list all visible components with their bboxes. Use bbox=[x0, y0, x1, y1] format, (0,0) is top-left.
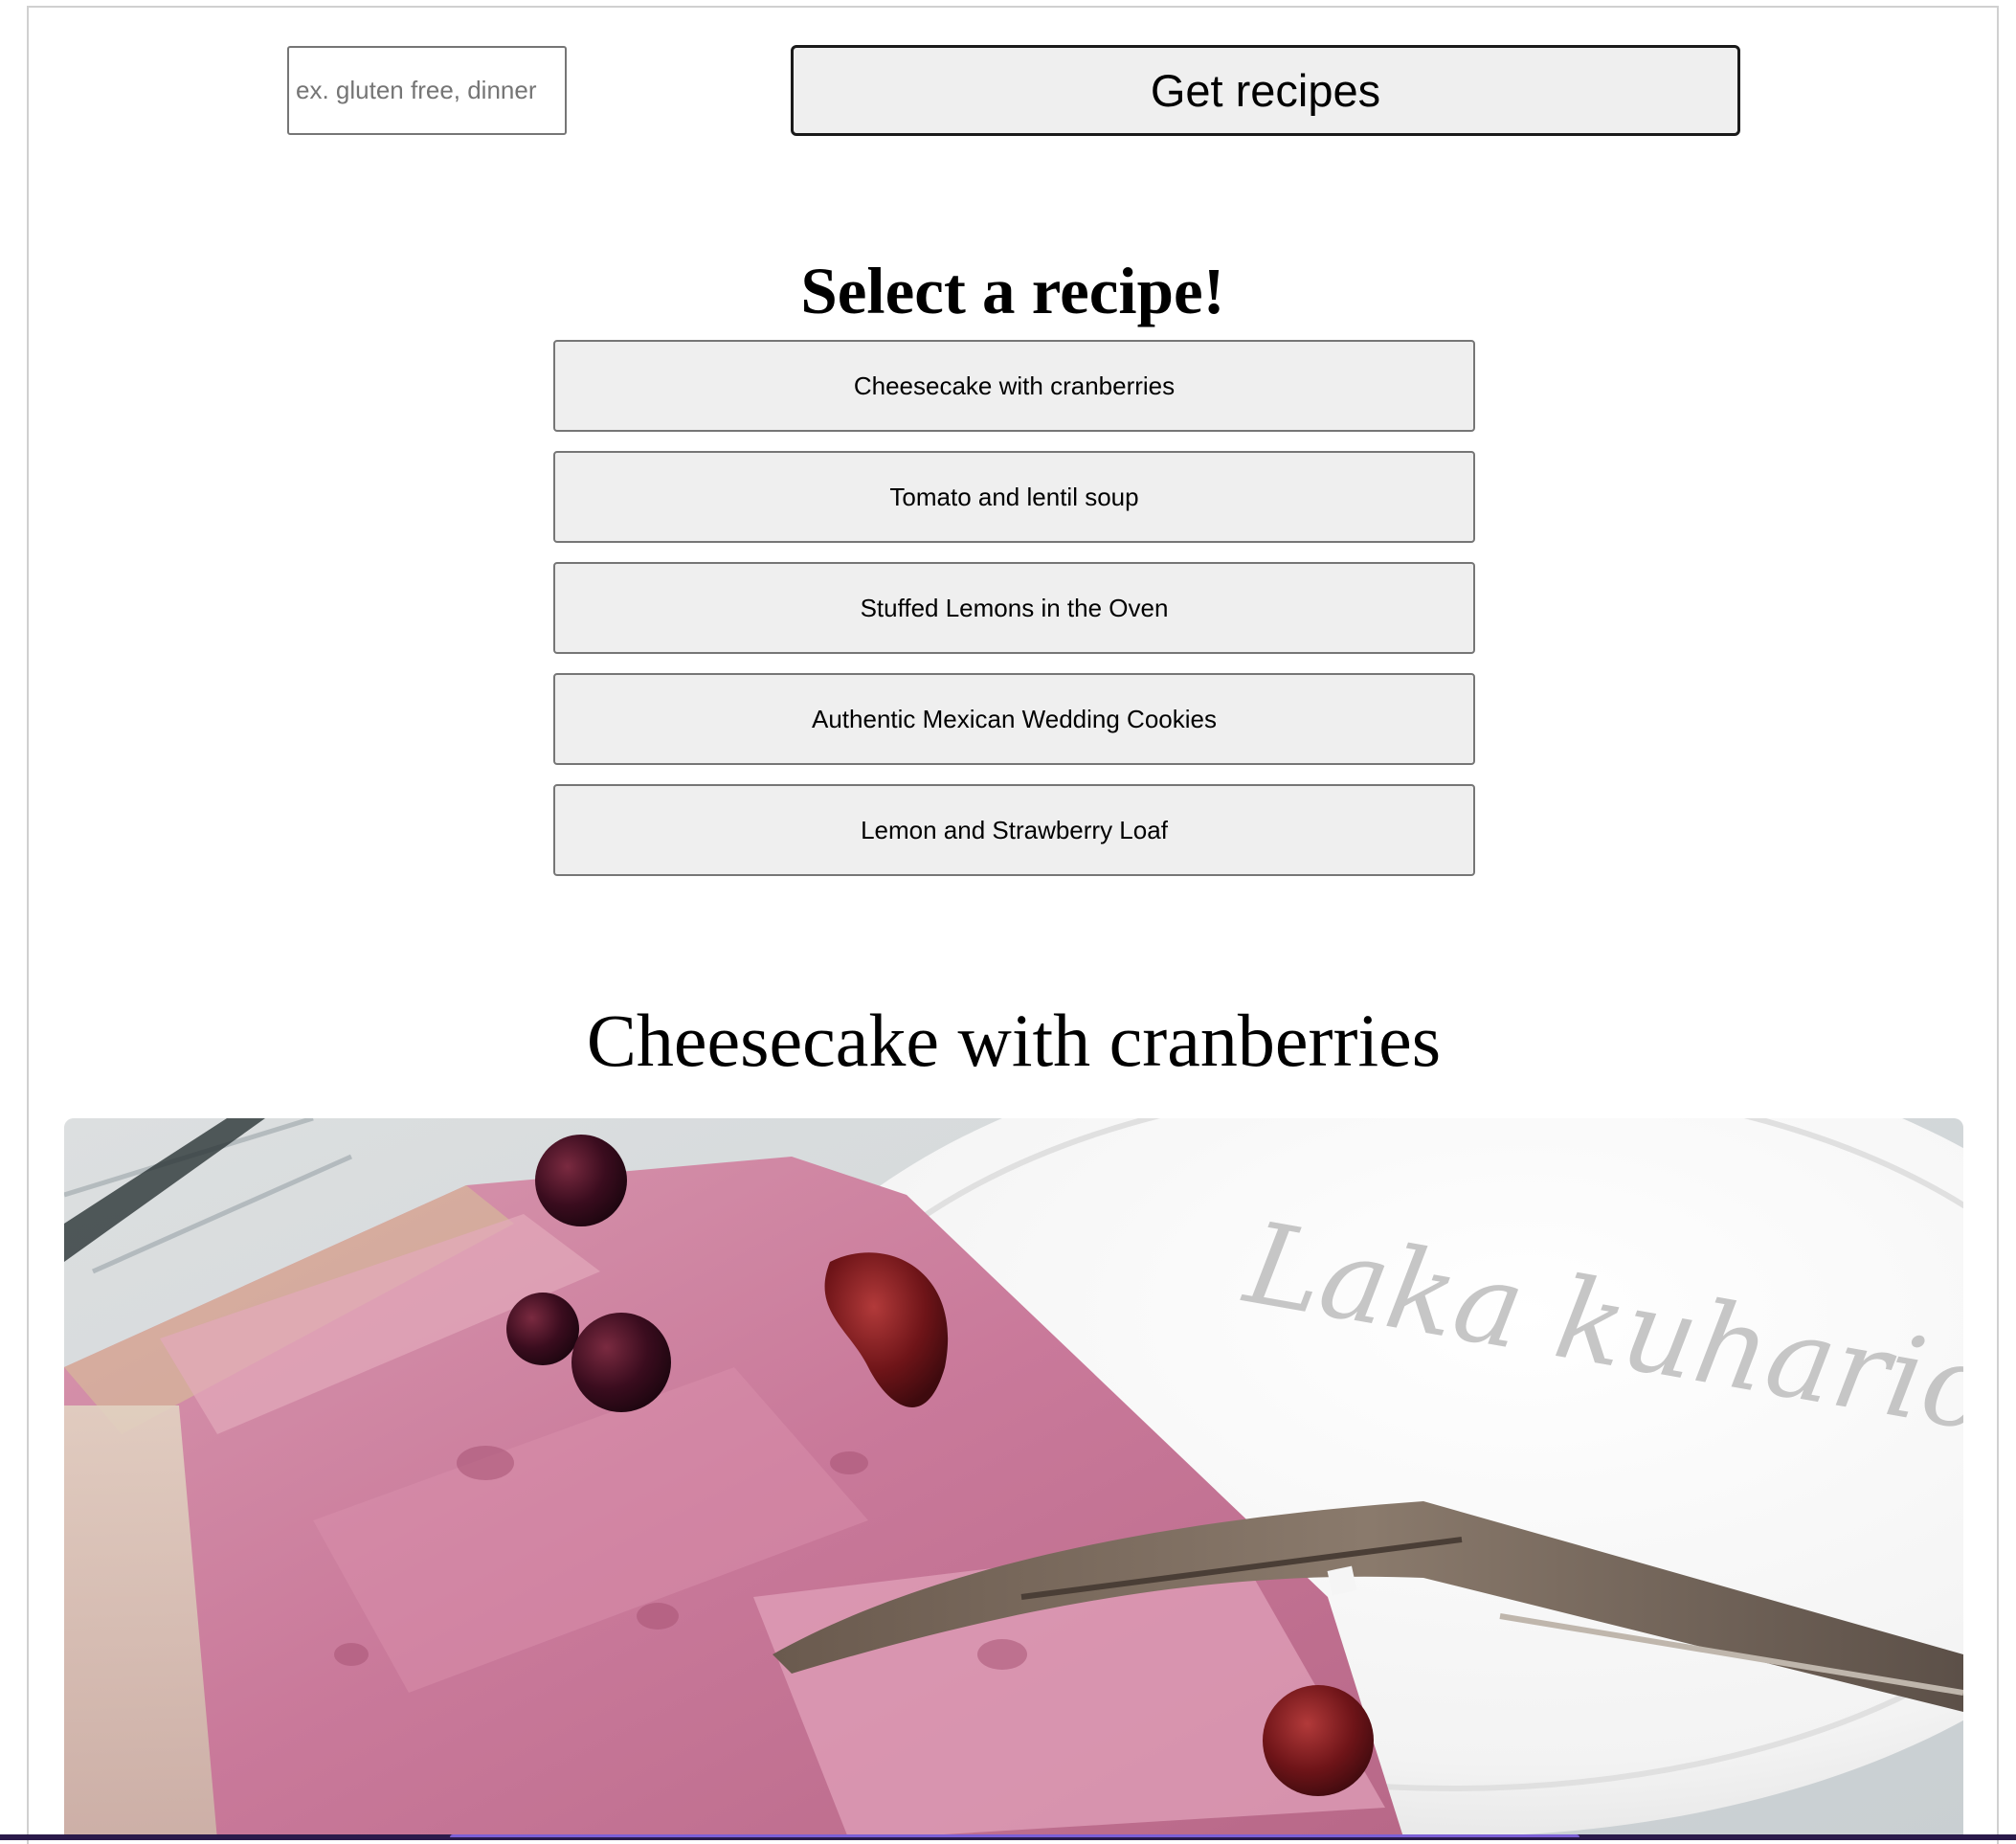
recipe-title: Cheesecake with cranberries bbox=[586, 999, 1442, 1082]
recipe-button-cheesecake[interactable]: Cheesecake with cranberries bbox=[553, 340, 1475, 432]
select-recipe-heading: Select a recipe! bbox=[800, 255, 1225, 327]
taskbar-accent bbox=[450, 1834, 1579, 1837]
recipe-button-mexican-cookies[interactable]: Authentic Mexican Wedding Cookies bbox=[553, 673, 1475, 765]
cheesecake-photo: Laka kuharica bbox=[64, 1118, 1963, 1840]
taskbar-strip bbox=[0, 1834, 2016, 1840]
recipe-button-tomato-soup[interactable]: Tomato and lentil soup bbox=[553, 451, 1475, 543]
recipe-button-stuffed-lemons[interactable]: Stuffed Lemons in the Oven bbox=[553, 562, 1475, 654]
recipe-image: Laka kuharica bbox=[64, 1118, 1963, 1840]
recipe-button-lemon-strawberry-loaf[interactable]: Lemon and Strawberry Loaf bbox=[553, 784, 1475, 876]
search-input[interactable] bbox=[287, 46, 567, 135]
get-recipes-button[interactable]: Get recipes bbox=[791, 45, 1740, 136]
